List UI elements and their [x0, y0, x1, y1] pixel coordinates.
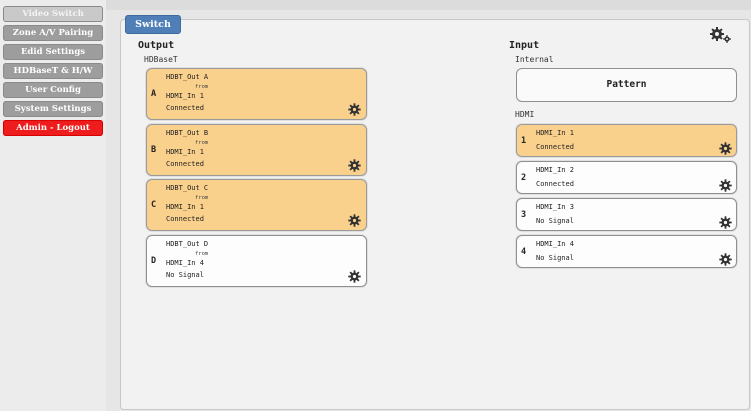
output-status: Connected: [166, 104, 204, 112]
input-number: 3: [521, 210, 527, 220]
input-number: 1: [521, 136, 527, 146]
from-label: from: [195, 140, 209, 146]
sidebar-item-hdbaset-hw[interactable]: HDBaseT & H/W: [3, 63, 103, 79]
gear-icon[interactable]: [348, 101, 361, 116]
input-card-4[interactable]: 4 HDMI_In 4 No Signal: [516, 235, 737, 268]
output-letter: B: [151, 145, 157, 155]
input-name: HDMI_In 2: [536, 166, 574, 174]
hdmi-group-label: HDMI: [515, 110, 535, 119]
gear-icon[interactable]: [719, 140, 732, 155]
input-name: HDMI_In 3: [536, 203, 574, 211]
sidebar-item-admin-logout[interactable]: Admin - Logout: [3, 120, 103, 136]
input-status: Connected: [536, 180, 574, 188]
switch-button[interactable]: Switch: [125, 15, 181, 34]
from-label: from: [195, 251, 209, 257]
output-status: Connected: [166, 160, 204, 168]
input-status: Connected: [536, 143, 574, 151]
gear-icon[interactable]: [348, 212, 361, 227]
from-label: from: [195, 195, 209, 201]
hdbaset-group-label: HDBaseT: [144, 55, 178, 64]
from-label: from: [195, 84, 209, 90]
output-heading: Output: [138, 40, 175, 51]
internal-group-label: Internal: [515, 55, 554, 64]
output-name: HDBT_Out C: [166, 184, 209, 192]
gear-icon[interactable]: [719, 214, 732, 229]
output-source: HDMI_In 1: [166, 203, 204, 211]
input-status: No Signal: [536, 254, 574, 262]
output-card-b[interactable]: B HDBT_Out B from HDMI_In 1 Connected: [146, 124, 367, 176]
sidebar: Video Switch Zone A/V Pairing Edid Setti…: [0, 0, 106, 411]
output-name: HDBT_Out A: [166, 73, 209, 81]
output-letter: C: [151, 200, 157, 210]
output-source: HDMI_In 4: [166, 259, 204, 267]
gear-icon[interactable]: [348, 157, 361, 172]
gear-icon[interactable]: [348, 268, 361, 283]
output-card-a[interactable]: A HDBT_Out A from HDMI_In 1 Connected: [146, 68, 367, 120]
input-number: 2: [521, 173, 527, 183]
output-name: HDBT_Out D: [166, 240, 209, 248]
input-name: HDMI_In 4: [536, 240, 574, 248]
sidebar-item-system-settings[interactable]: System Settings: [3, 101, 103, 117]
sidebar-item-video-switch[interactable]: Video Switch: [3, 6, 103, 22]
output-card-c[interactable]: C HDBT_Out C from HDMI_In 1 Connected: [146, 179, 367, 231]
output-status: Connected: [166, 215, 204, 223]
gear-icon[interactable]: [719, 177, 732, 192]
output-status: No Signal: [166, 271, 204, 279]
sidebar-item-edid-settings[interactable]: Edid Settings: [3, 44, 103, 60]
sidebar-item-user-config[interactable]: User Config: [3, 82, 103, 98]
output-source: HDMI_In 1: [166, 148, 204, 156]
input-heading: Input: [509, 40, 540, 51]
pattern-button[interactable]: Pattern: [516, 68, 737, 102]
output-letter: D: [151, 256, 157, 266]
input-status: No Signal: [536, 217, 574, 225]
input-number: 4: [521, 247, 527, 257]
input-card-1[interactable]: 1 HDMI_In 1 Connected: [516, 124, 737, 157]
sidebar-item-zone-av-pairing[interactable]: Zone A/V Pairing: [3, 25, 103, 41]
input-card-3[interactable]: 3 HDMI_In 3 No Signal: [516, 198, 737, 231]
input-name: HDMI_In 1: [536, 129, 574, 137]
gears-icon[interactable]: [709, 26, 735, 44]
input-card-2[interactable]: 2 HDMI_In 2 Connected: [516, 161, 737, 194]
top-strip: [106, 0, 751, 10]
gear-icon[interactable]: [719, 251, 732, 266]
output-letter: A: [151, 89, 157, 99]
output-name: HDBT_Out B: [166, 129, 209, 137]
output-card-d[interactable]: D HDBT_Out D from HDMI_In 4 No Signal: [146, 235, 367, 287]
output-source: HDMI_In 1: [166, 92, 204, 100]
